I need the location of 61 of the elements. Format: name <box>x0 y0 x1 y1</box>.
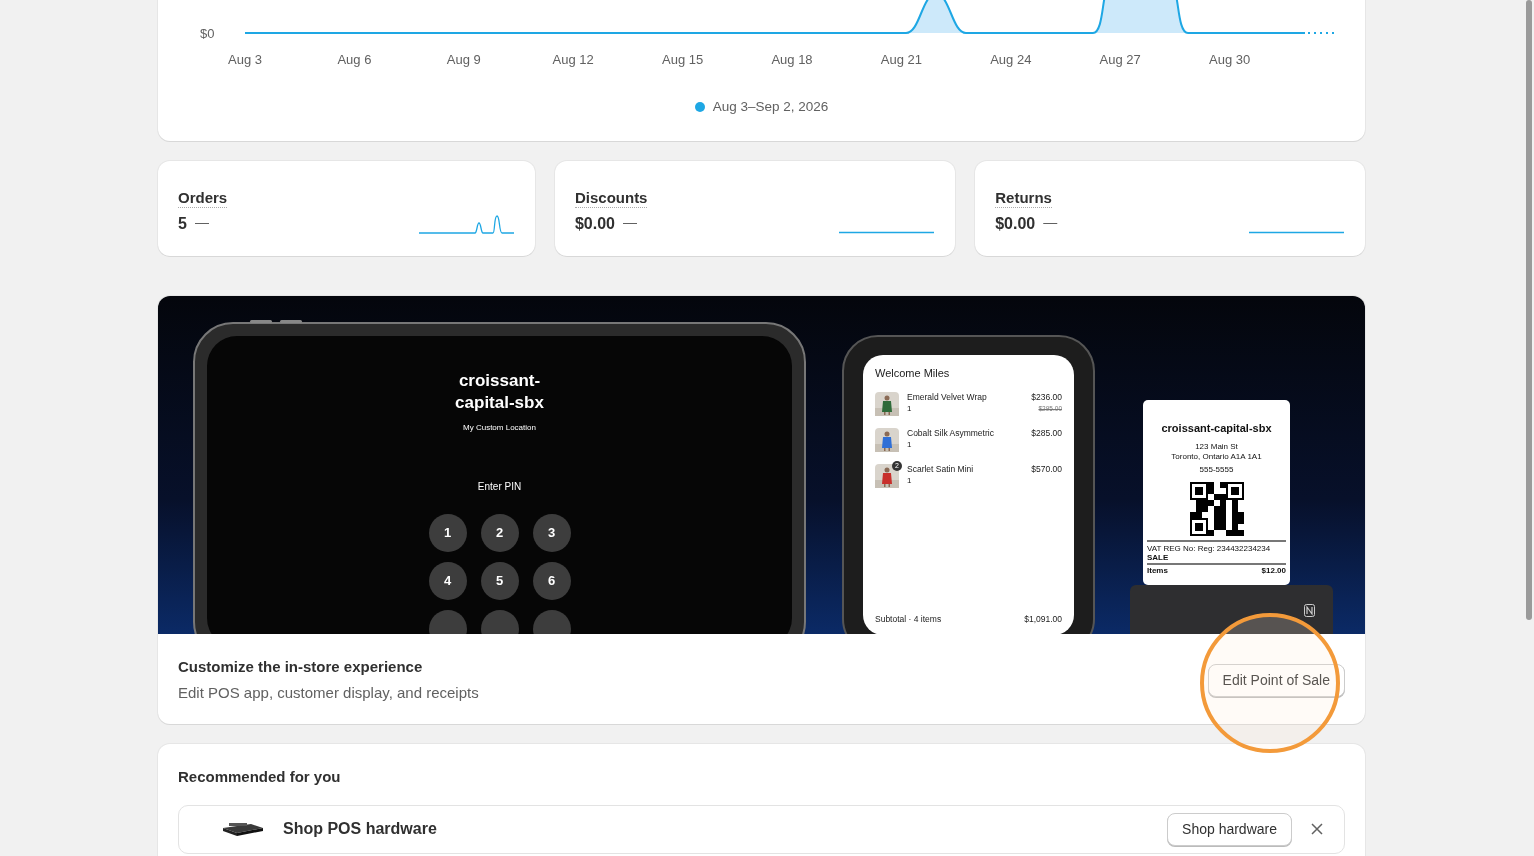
qr-code-icon <box>1189 481 1244 536</box>
item-price: $285.00 <box>1031 427 1062 439</box>
axis-label: Aug 6 <box>336 51 373 69</box>
store-name: croissant-capital-sbx <box>454 370 545 414</box>
item-price: $570.00 <box>1031 463 1062 475</box>
item-quantity: 1 <box>907 438 913 450</box>
pin-prompt: Enter PIN <box>477 480 522 494</box>
axis-label: Aug 3 <box>227 51 263 69</box>
change-indicator: — <box>1043 213 1058 232</box>
item-quantity: 1 <box>907 474 913 486</box>
item-quantity: 1 <box>907 402 913 414</box>
section-title: Recommended for you <box>178 767 342 787</box>
phone-number: 555-5555 <box>1198 463 1235 476</box>
keypad-key[interactable]: 3 <box>532 514 571 552</box>
item-name: Scarlet Satin Mini <box>907 463 975 475</box>
address-line: Toronto, Ontario A1A 1A1 <box>1170 451 1263 462</box>
axis-label: Aug 9 <box>445 51 482 69</box>
change-indicator: — <box>623 213 637 232</box>
edit-pos-button[interactable]: Edit Point of Sale <box>1207 663 1345 697</box>
section-description: Edit POS app, customer display, and receipts <box>178 682 479 703</box>
axis-label: Aug 30 <box>1208 51 1252 69</box>
item-price: $236.00 <box>1031 391 1062 403</box>
metric-value: 5 <box>178 214 187 234</box>
axis-label: Aug 15 <box>661 51 705 69</box>
hardware-icon <box>223 822 263 836</box>
keypad-key[interactable]: 6 <box>532 562 571 600</box>
axis-label: Aug 12 <box>551 51 595 69</box>
subtotal-amount: $1,091.00 <box>1024 614 1062 625</box>
metric-value: $0.00 <box>574 214 615 234</box>
metric-title[interactable]: Discounts <box>574 189 648 208</box>
metric-title[interactable]: Orders <box>178 189 228 208</box>
axis-label: Aug 27 <box>1098 51 1142 69</box>
line-label: Items <box>1147 565 1168 575</box>
metric-title[interactable]: Returns <box>995 189 1052 208</box>
change-indicator: — <box>194 213 209 232</box>
item-name: Emerald Velvet Wrap <box>907 391 988 403</box>
axis-label: Aug 18 <box>770 51 814 69</box>
metric-value: $0.00 <box>995 214 1036 234</box>
legend-label: Aug 3–Sep 2, 2026 <box>712 98 829 116</box>
axis-label: Aug 24 <box>989 51 1033 69</box>
item-name: Cobalt Silk Asymmetric <box>907 427 995 439</box>
location-label: My Custom Location <box>463 422 536 434</box>
address-line: 123 Main St <box>1194 441 1239 452</box>
keypad-key[interactable]: 1 <box>428 514 467 552</box>
shop-hardware-button[interactable]: Shop hardware <box>1167 812 1292 846</box>
recommendation-title: Shop POS hardware <box>283 819 438 839</box>
keypad-key[interactable]: 2 <box>480 514 519 552</box>
greeting: Welcome Miles <box>875 366 951 381</box>
sale-label: SALE <box>1147 552 1286 565</box>
vat-number: VAT REG No: Reg: 234432234234 <box>1147 543 1272 553</box>
axis-label: Aug 21 <box>879 51 923 69</box>
close-icon <box>1310 822 1324 836</box>
receipt-store-name: croissant-capital-sbx <box>1160 421 1273 436</box>
keypad-key[interactable]: 4 <box>428 562 467 600</box>
axis-label: $0 <box>200 25 215 43</box>
section-title: Customize the in-store experience <box>178 657 424 677</box>
line-amount: $12.00 <box>1261 565 1286 575</box>
nfc-icon <box>1304 604 1315 617</box>
scrollbar-thumb[interactable] <box>1526 0 1532 620</box>
keypad-key[interactable]: 5 <box>480 562 519 600</box>
subtotal-label: Subtotal · 4 items <box>875 614 942 625</box>
